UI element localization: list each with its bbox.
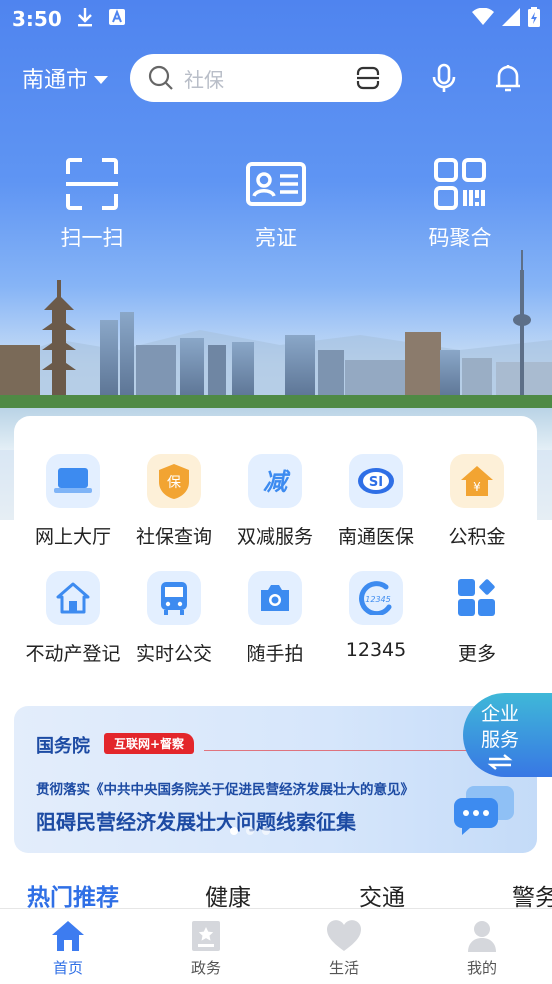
download-icon — [76, 7, 94, 32]
service-snapshot-report[interactable]: 随手拍 — [223, 571, 327, 666]
enterprise-service-button[interactable]: 企业 服务 — [463, 693, 552, 777]
service-label: 社保查询 — [135, 526, 212, 548]
switch-arrows-icon — [487, 754, 513, 770]
service-label: 更多 — [457, 643, 496, 665]
service-label: 不动产登记 — [25, 643, 121, 665]
microphone-icon[interactable] — [428, 62, 460, 94]
top-header: 南通市 社保 — [0, 52, 552, 104]
search-icon — [148, 65, 174, 91]
category-tabs: 热门推荐 健康 交通 警务 — [0, 872, 552, 912]
service-label: 随手拍 — [246, 643, 304, 665]
quick-action-code-aggregate[interactable]: 码聚合 — [390, 156, 530, 252]
user-icon — [468, 921, 496, 952]
service-label: 12345 — [345, 639, 407, 661]
search-scan-icon[interactable] — [356, 66, 380, 90]
tab-health[interactable]: 健康 — [205, 878, 251, 912]
status-bar: 3:50 — [0, 0, 552, 38]
pagination-dot — [246, 827, 254, 835]
banner-org: 国务院 — [36, 736, 90, 757]
service-grid-card: 网上大厅 保 社保查询 减 双减服务 SI 南通医保 ¥ 公积金 不动产登记 实… — [14, 416, 537, 691]
service-online-hall[interactable]: 网上大厅 — [21, 454, 125, 549]
camera-icon — [248, 571, 302, 625]
pagination-dot — [230, 827, 238, 835]
banner-subtitle: 贯彻落实《中共中央国务院关于促进民营经济发展壮大的意见》 — [36, 782, 414, 798]
service-medical-insurance[interactable]: SI 南通医保 — [324, 454, 428, 549]
service-social-insurance[interactable]: 保 社保查询 — [122, 454, 226, 549]
banner-pagination — [230, 827, 270, 835]
service-real-estate-registration[interactable]: 不动产登记 — [21, 571, 125, 666]
service-label: 公积金 — [448, 526, 506, 548]
tab-police[interactable]: 警务 — [512, 878, 552, 912]
nav-label: 生活 — [328, 959, 359, 977]
more-grid-icon — [450, 571, 504, 625]
svg-text:¥: ¥ — [473, 480, 481, 494]
laptop-icon — [46, 454, 100, 508]
city-selector[interactable]: 南通市 — [22, 62, 130, 94]
nav-label: 首页 — [52, 959, 83, 977]
city-name: 南通市 — [22, 68, 89, 93]
nav-label: 我的 — [466, 959, 497, 977]
qr-grid-icon — [434, 158, 486, 210]
nav-life[interactable]: 生活 — [304, 919, 384, 978]
wifi-icon — [472, 7, 494, 31]
tab-hot-recommend[interactable]: 热门推荐 — [27, 878, 119, 912]
status-time: 3:50 — [12, 7, 62, 31]
service-label: 双减服务 — [236, 526, 313, 548]
medical-insurance-icon: SI — [349, 454, 403, 508]
nav-mine[interactable]: 我的 — [442, 919, 522, 978]
promo-banner[interactable]: 国务院 互联网+督察 贯彻落实《中共中央国务院关于促进民营经济发展壮大的意见》 … — [14, 706, 537, 853]
enterprise-label-line1: 企业 — [480, 703, 519, 725]
tab-traffic[interactable]: 交通 — [359, 878, 405, 912]
bus-icon — [147, 571, 201, 625]
svg-text:保: 保 — [167, 475, 181, 491]
notification-bell-icon[interactable] — [492, 62, 524, 94]
quick-action-show-id[interactable]: 亮证 — [206, 156, 346, 252]
service-double-reduction[interactable]: 减 双减服务 — [223, 454, 327, 549]
quick-action-scan[interactable]: 扫一扫 — [22, 156, 162, 252]
service-label: 实时公交 — [135, 643, 212, 665]
nav-government[interactable]: 政务 — [166, 919, 246, 978]
quick-action-label: 扫一扫 — [60, 226, 124, 250]
bottom-navigation: 首页 政务 生活 我的 — [0, 908, 552, 984]
government-icon — [192, 921, 220, 951]
service-real-time-bus[interactable]: 实时公交 — [122, 571, 226, 666]
caret-down-icon — [94, 75, 109, 84]
heart-icon — [327, 920, 361, 951]
svg-text:减: 减 — [263, 468, 291, 496]
service-housing-fund[interactable]: ¥ 公积金 — [425, 454, 529, 549]
svg-text:SI: SI — [369, 475, 383, 490]
search-bar[interactable]: 社保 — [130, 54, 402, 102]
service-label: 南通医保 — [337, 526, 414, 548]
reduce-icon: 减 — [248, 454, 302, 508]
battery-icon — [528, 6, 540, 32]
house-icon — [46, 571, 100, 625]
home-icon — [52, 921, 84, 951]
banner-tag: 互联网+督察 — [104, 733, 195, 754]
enterprise-label-line2: 服务 — [480, 729, 519, 751]
banner-title: 阻碍民营经济发展壮大问题线索征集 — [36, 810, 356, 834]
svg-text:12345: 12345 — [365, 595, 390, 604]
search-placeholder: 社保 — [184, 67, 224, 92]
service-more[interactable]: 更多 — [425, 571, 529, 666]
quick-action-label: 码聚合 — [428, 226, 492, 250]
signal-icon — [502, 7, 520, 31]
nav-label: 政务 — [190, 959, 221, 977]
font-icon — [108, 7, 126, 31]
nav-home[interactable]: 首页 — [28, 919, 108, 978]
quick-action-label: 亮证 — [255, 226, 297, 250]
banner-divider — [204, 750, 494, 751]
scan-icon — [66, 158, 118, 210]
chat-bubble-icon — [454, 786, 514, 835]
insurance-shield-icon: 保 — [147, 454, 201, 508]
housing-fund-icon: ¥ — [450, 454, 504, 508]
service-label: 网上大厅 — [34, 526, 111, 548]
pagination-dot — [262, 827, 270, 835]
id-card-icon — [246, 162, 306, 206]
hotline-icon: 12345 — [349, 571, 403, 625]
service-hotline-12345[interactable]: 12345 12345 — [324, 571, 428, 661]
